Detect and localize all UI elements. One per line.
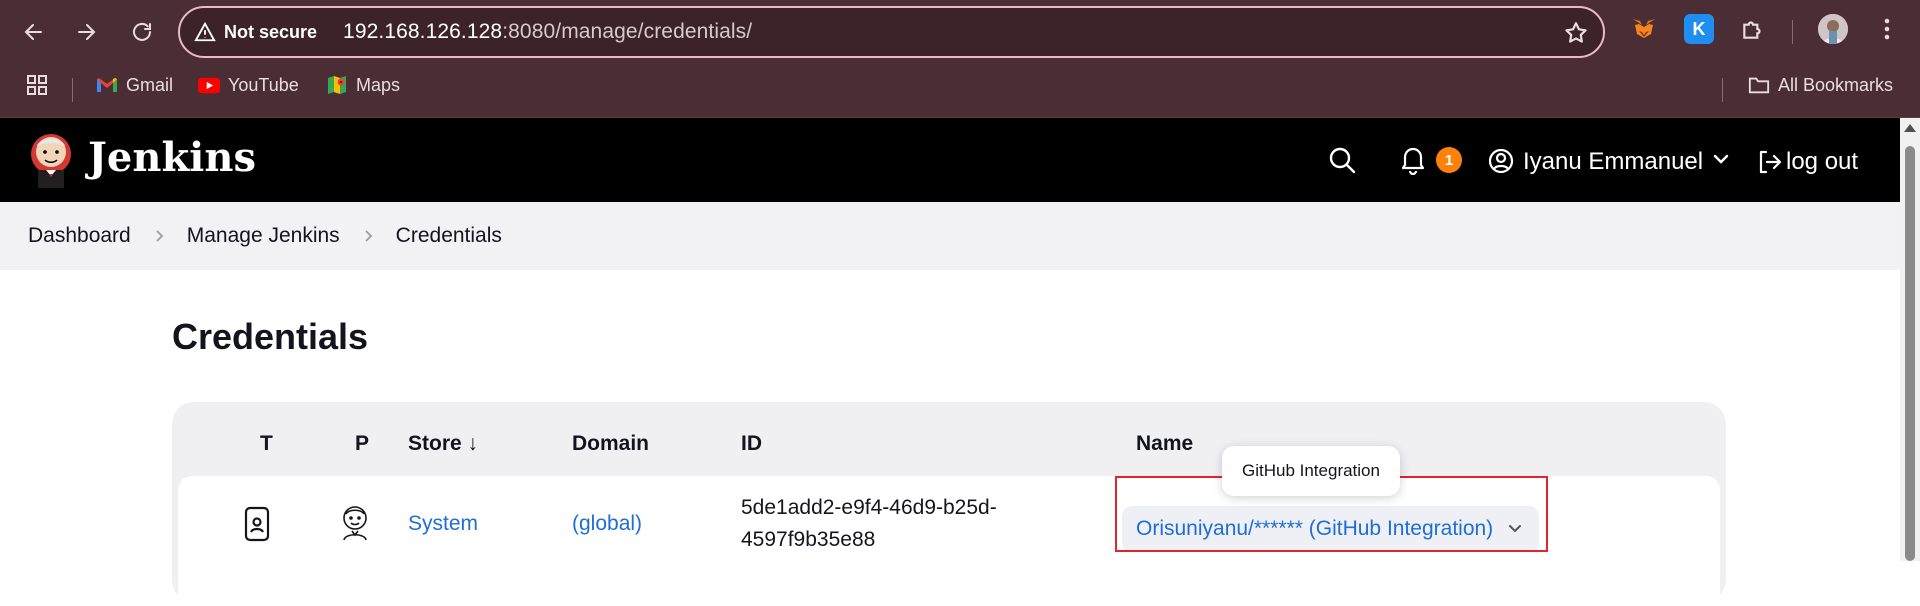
column-header-domain[interactable]: Domain <box>572 432 649 456</box>
profile-picture-icon <box>1818 14 1848 44</box>
fox-icon <box>1633 19 1655 38</box>
youtube-icon <box>198 74 220 96</box>
all-bookmarks-label: All Bookmarks <box>1778 74 1894 95</box>
bookmark-star-button[interactable] <box>1563 20 1589 46</box>
chevron-down-icon <box>1713 154 1729 164</box>
user-menu-chevron[interactable] <box>1712 152 1730 171</box>
chevron-right-icon <box>365 230 372 242</box>
warning-icon <box>194 21 216 42</box>
bookmark-gmail[interactable]: Gmail <box>96 74 173 96</box>
scroll-up-arrow-icon[interactable] <box>1904 124 1916 132</box>
column-header-id[interactable]: ID <box>741 432 762 456</box>
jenkins-logo[interactable] <box>28 130 74 190</box>
url-host: 192.168.126.128 <box>343 20 503 43</box>
bookmark-maps[interactable]: Maps <box>326 74 400 96</box>
user-name[interactable]: Iyanu Emmanuel <box>1523 148 1703 176</box>
jenkins-butler-icon <box>31 134 71 188</box>
logout-icon <box>1759 150 1782 174</box>
credential-id: 5de1add2-e9f4-46d9-b25d- 4597f9b35e88 <box>741 492 997 556</box>
bookmark-label: Gmail <box>126 74 174 95</box>
domain-link[interactable]: (global) <box>572 512 642 536</box>
k-extension-button[interactable]: K <box>1684 14 1714 44</box>
folder-icon <box>1748 74 1770 96</box>
breadcrumb-credentials[interactable]: Credentials <box>396 224 502 248</box>
user-menu-button[interactable] <box>1488 148 1514 179</box>
security-label: Not secure <box>224 21 318 42</box>
browser-menu-button[interactable] <box>1872 14 1902 44</box>
search-button[interactable] <box>1328 146 1356 179</box>
gmail-icon <box>96 74 118 96</box>
reload-button[interactable] <box>122 12 162 52</box>
browser-chrome: Not secure 192.168.126.128:8080/manage/c… <box>0 0 1920 118</box>
star-icon <box>1565 22 1587 43</box>
notification-count-badge: 1 <box>1436 147 1462 173</box>
apps-grid-icon <box>27 75 47 95</box>
column-header-store[interactable]: Store ↓ <box>408 432 478 456</box>
security-chip[interactable]: Not secure <box>194 21 317 43</box>
breadcrumb-dashboard[interactable]: Dashboard <box>28 224 131 248</box>
reload-icon <box>133 22 151 41</box>
jenkins-title[interactable]: Jenkins <box>88 134 256 181</box>
bookmark-label: Maps <box>356 74 401 95</box>
kebab-menu-icon <box>1884 18 1890 40</box>
bookmark-youtube[interactable]: YouTube <box>198 74 299 96</box>
bookmarks-bar: Gmail YouTube Maps All Bookmarks <box>0 68 1920 106</box>
bell-icon <box>1401 147 1425 176</box>
logout-link[interactable]: log out <box>1786 148 1858 176</box>
search-icon <box>1329 147 1356 174</box>
profile-avatar[interactable] <box>1818 14 1848 44</box>
k-extension-icon: K <box>1692 18 1706 39</box>
page-title: Credentials <box>172 316 369 357</box>
store-link[interactable]: System <box>408 512 478 536</box>
puzzle-icon <box>1743 21 1761 39</box>
jenkins-header: Jenkins 1 Iyanu Emmanuel log out <box>0 118 1900 202</box>
forward-button[interactable] <box>66 12 106 52</box>
url-text[interactable]: 192.168.126.128:8080/manage/credentials/ <box>343 20 752 44</box>
extensions-button[interactable] <box>1738 14 1768 44</box>
column-header-t: T <box>260 432 273 455</box>
user-circle-icon <box>1488 148 1514 174</box>
all-bookmarks-button[interactable]: All Bookmarks <box>1748 74 1893 96</box>
scrollbar-thumb[interactable] <box>1905 146 1915 561</box>
url-path: :8080/manage/credentials/ <box>502 20 753 43</box>
notifications-button[interactable] <box>1400 145 1426 180</box>
tooltip: GitHub Integration <box>1222 446 1400 496</box>
mobile-device-icon <box>244 506 270 548</box>
page-scrollbar[interactable] <box>1900 118 1920 561</box>
back-button[interactable] <box>14 12 54 52</box>
metamask-extension-button[interactable] <box>1629 14 1659 44</box>
credential-id-line: 5de1add2-e9f4-46d9-b25d- <box>741 496 997 519</box>
credential-id-line: 4597f9b35e88 <box>741 528 876 551</box>
toolbar-divider <box>1792 20 1793 44</box>
logout-icon-wrap[interactable] <box>1756 149 1782 180</box>
jenkins-provider-icon <box>338 504 372 548</box>
breadcrumb-manage-jenkins[interactable]: Manage Jenkins <box>187 224 340 248</box>
bookmark-label: YouTube <box>228 74 299 95</box>
maps-icon <box>326 74 348 96</box>
breadcrumb: Dashboard Manage Jenkins Credentials <box>0 202 1900 270</box>
arrow-right-icon <box>78 24 96 40</box>
address-bar[interactable]: Not secure 192.168.126.128:8080/manage/c… <box>178 6 1605 58</box>
bookmarks-divider <box>72 78 73 102</box>
column-header-name[interactable]: Name <box>1136 432 1193 456</box>
apps-button[interactable] <box>26 74 48 96</box>
all-bookmarks-divider <box>1722 78 1723 102</box>
arrow-left-icon <box>24 24 42 40</box>
column-header-p: P <box>355 432 370 455</box>
chevron-right-icon <box>156 230 164 242</box>
